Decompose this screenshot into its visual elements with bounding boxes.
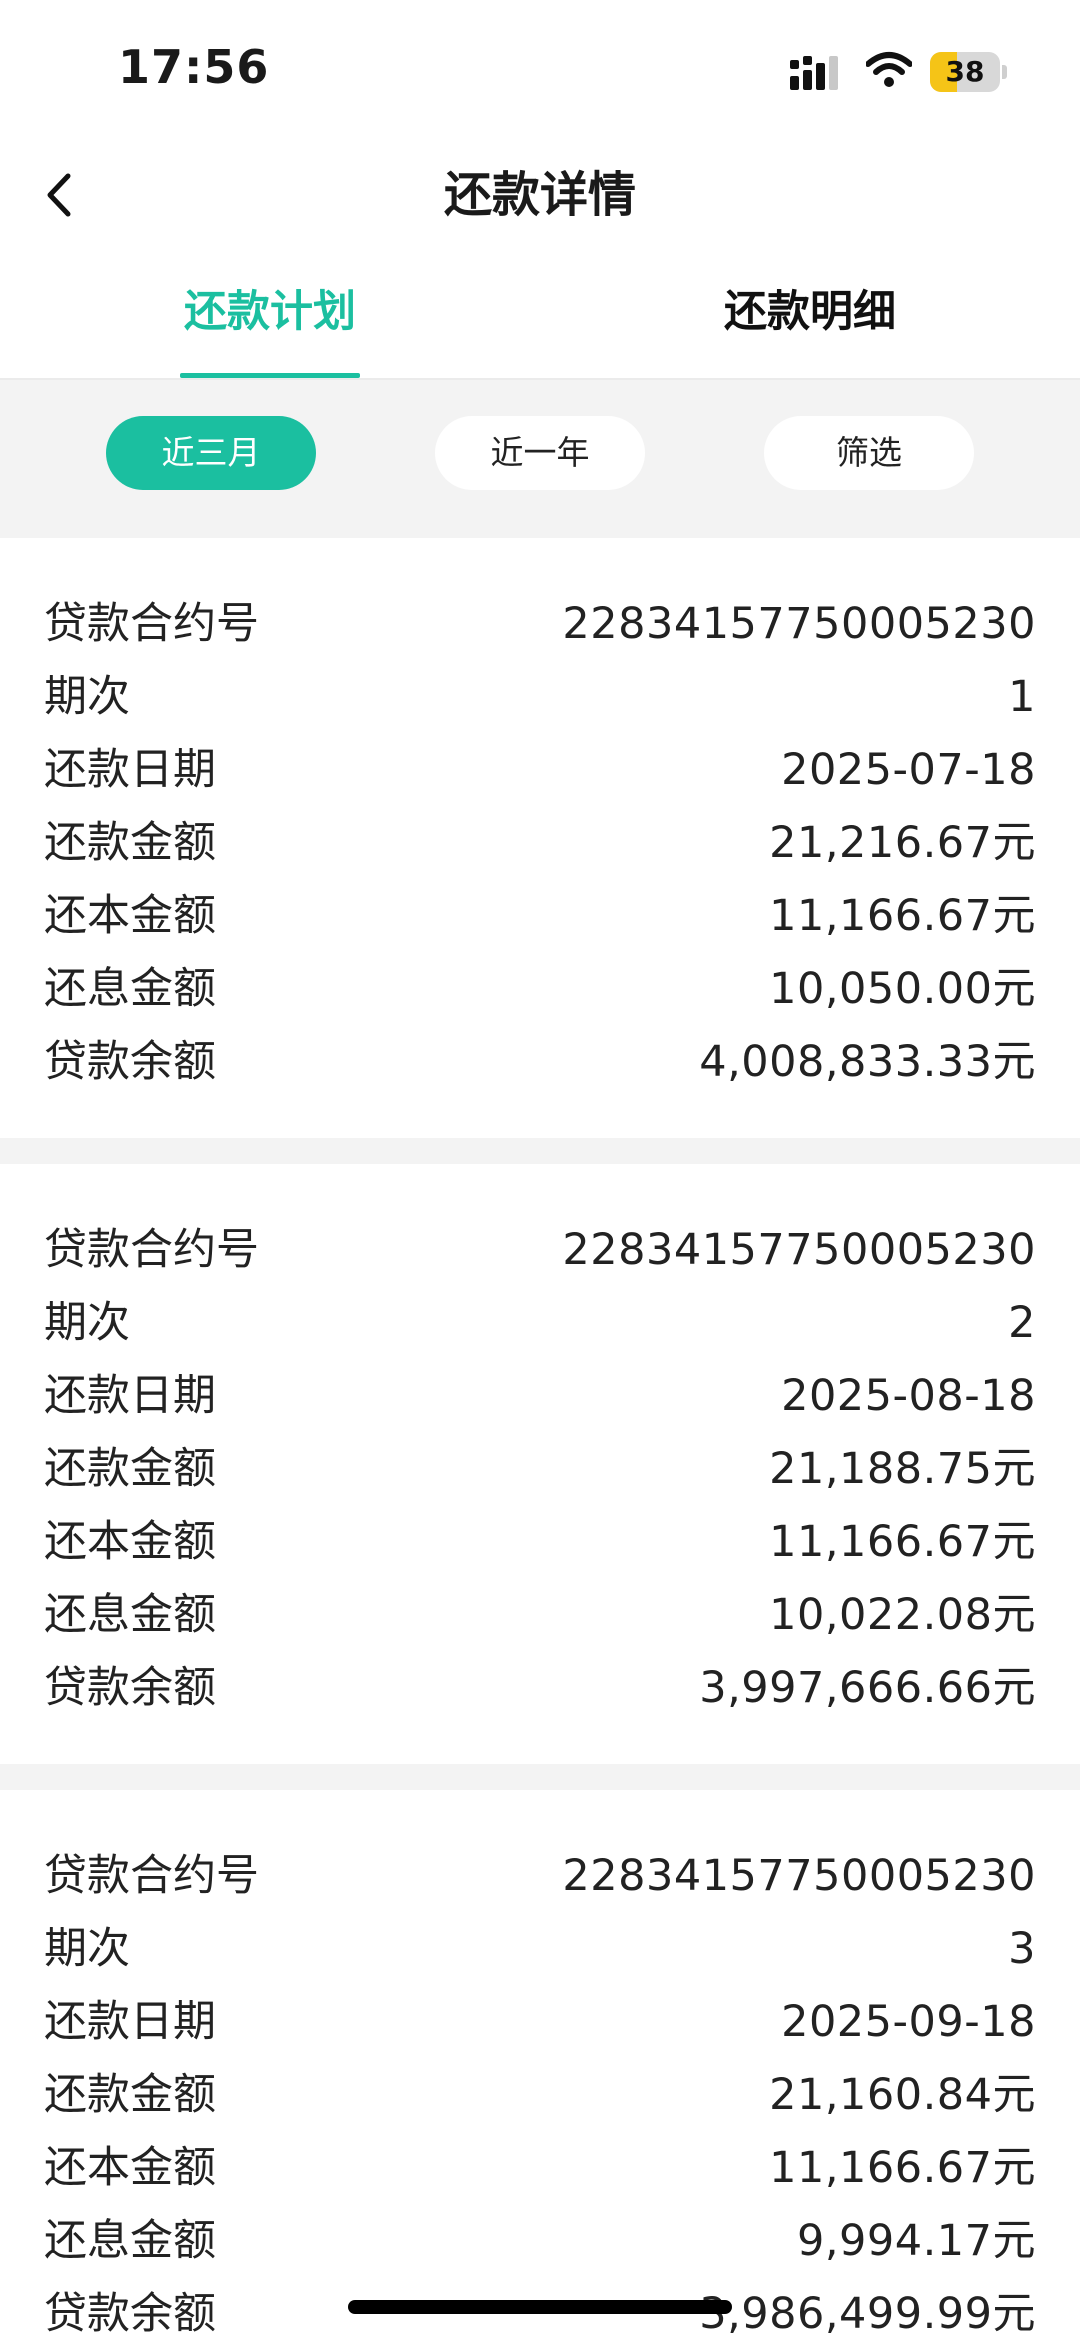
row-principal: 还本金额 11,166.67元: [44, 1506, 1036, 1579]
value-principal: 11,166.67元: [769, 2143, 1036, 2193]
tab-repayment-detail[interactable]: 还款明细: [720, 270, 900, 378]
row-date: 还款日期 2025-07-18: [44, 734, 1036, 807]
value-contract: 22834157750005230: [562, 1851, 1036, 1901]
label-interest: 还息金额: [44, 2216, 216, 2266]
value-amount: 21,160.84元: [769, 2070, 1036, 2120]
row-period: 期次 2: [44, 1287, 1036, 1360]
value-amount: 21,188.75元: [769, 1444, 1036, 1494]
value-date: 2025-09-18: [781, 1997, 1036, 2047]
status-bar: 17:56 38: [0, 0, 1080, 130]
value-principal: 11,166.67元: [769, 1517, 1036, 1567]
label-period: 期次: [44, 1924, 130, 1974]
row-amount: 还款金额 21,188.75元: [44, 1433, 1036, 1506]
label-date: 还款日期: [44, 745, 216, 795]
header: 还款详情 还款计划 还款明细: [0, 130, 1080, 380]
tab-repayment-plan[interactable]: 还款计划: [180, 270, 360, 378]
row-date: 还款日期 2025-08-18: [44, 1360, 1036, 1433]
row-interest: 还息金额 10,050.00元: [44, 953, 1036, 1026]
value-period: 2: [1008, 1298, 1036, 1348]
label-interest: 还息金额: [44, 964, 216, 1014]
value-period: 3: [1008, 1924, 1036, 1974]
screen: 17:56 38 还款详情 还款计划 还款明细 近三月 近一年 筛选 贷款合约号…: [0, 0, 1080, 2337]
value-balance: 3,997,666.66元: [699, 1663, 1036, 1713]
label-principal: 还本金额: [44, 891, 216, 941]
status-time: 17:56: [118, 40, 270, 94]
row-contract: 贷款合约号 22834157750005230: [44, 588, 1036, 661]
filter-bar: 近三月 近一年 筛选: [0, 382, 1080, 538]
label-contract: 贷款合约号: [44, 1851, 259, 1901]
filter-last-year[interactable]: 近一年: [435, 416, 645, 490]
repayment-card: 贷款合约号 22834157750005230 期次 2 还款日期 2025-08-1…: [0, 1164, 1080, 1764]
label-amount: 还款金额: [44, 2070, 216, 2120]
row-date: 还款日期 2025-09-18: [44, 1986, 1036, 2059]
row-amount: 还款金额 21,160.84元: [44, 2059, 1036, 2132]
label-interest: 还息金额: [44, 1590, 216, 1640]
battery-icon: 38: [930, 52, 1007, 92]
label-principal: 还本金额: [44, 1517, 216, 1567]
filter-button[interactable]: 筛选: [764, 416, 974, 490]
value-amount: 21,216.67元: [769, 818, 1036, 868]
active-tab-indicator: [180, 373, 360, 378]
row-principal: 还本金额 11,166.67元: [44, 880, 1036, 953]
row-principal: 还本金额 11,166.67元: [44, 2132, 1036, 2205]
label-period: 期次: [44, 1298, 130, 1348]
label-contract: 贷款合约号: [44, 1225, 259, 1275]
row-balance: 贷款余额 4,008,833.33元: [44, 1026, 1036, 1099]
label-balance: 贷款余额: [44, 2289, 216, 2337]
row-amount: 还款金额 21,216.67元: [44, 807, 1036, 880]
page-title: 还款详情: [443, 167, 636, 223]
value-balance: 4,008,833.33元: [699, 1037, 1036, 1087]
label-date: 还款日期: [44, 1371, 216, 1421]
row-interest: 还息金额 10,022.08元: [44, 1579, 1036, 1652]
value-contract: 22834157750005230: [562, 599, 1036, 649]
value-date: 2025-08-18: [781, 1371, 1036, 1421]
value-interest: 10,050.00元: [769, 964, 1036, 1014]
value-balance: 3,986,499.99元: [699, 2289, 1036, 2337]
row-balance: 贷款余额 3,997,666.66元: [44, 1652, 1036, 1725]
label-amount: 还款金额: [44, 1444, 216, 1494]
row-period: 期次 3: [44, 1913, 1036, 1986]
signal-icon: [790, 56, 838, 90]
value-interest: 9,994.17元: [797, 2216, 1036, 2266]
label-amount: 还款金额: [44, 818, 216, 868]
home-indicator[interactable]: [348, 2300, 732, 2314]
value-principal: 11,166.67元: [769, 891, 1036, 941]
repayment-card: 贷款合约号 22834157750005230 期次 1 还款日期 2025-07-1…: [0, 538, 1080, 1138]
label-principal: 还本金额: [44, 2143, 216, 2193]
label-balance: 贷款余额: [44, 1037, 216, 1087]
repayment-card: 贷款合约号 22834157750005230 期次 3 还款日期 2025-09-1…: [0, 1790, 1080, 2337]
row-contract: 贷款合约号 22834157750005230: [44, 1840, 1036, 1913]
value-contract: 22834157750005230: [562, 1225, 1036, 1275]
label-date: 还款日期: [44, 1997, 216, 2047]
wifi-icon: [866, 52, 912, 87]
row-contract: 贷款合约号 22834157750005230: [44, 1214, 1036, 1287]
value-date: 2025-07-18: [781, 745, 1036, 795]
battery-percent: 38: [945, 55, 985, 88]
label-balance: 贷款余额: [44, 1663, 216, 1713]
label-contract: 贷款合约号: [44, 599, 259, 649]
filter-last-three-months[interactable]: 近三月: [106, 416, 316, 490]
value-interest: 10,022.08元: [769, 1590, 1036, 1640]
label-period: 期次: [44, 672, 130, 722]
row-period: 期次 1: [44, 661, 1036, 734]
value-period: 1: [1008, 672, 1036, 722]
row-interest: 还息金额 9,994.17元: [44, 2205, 1036, 2278]
